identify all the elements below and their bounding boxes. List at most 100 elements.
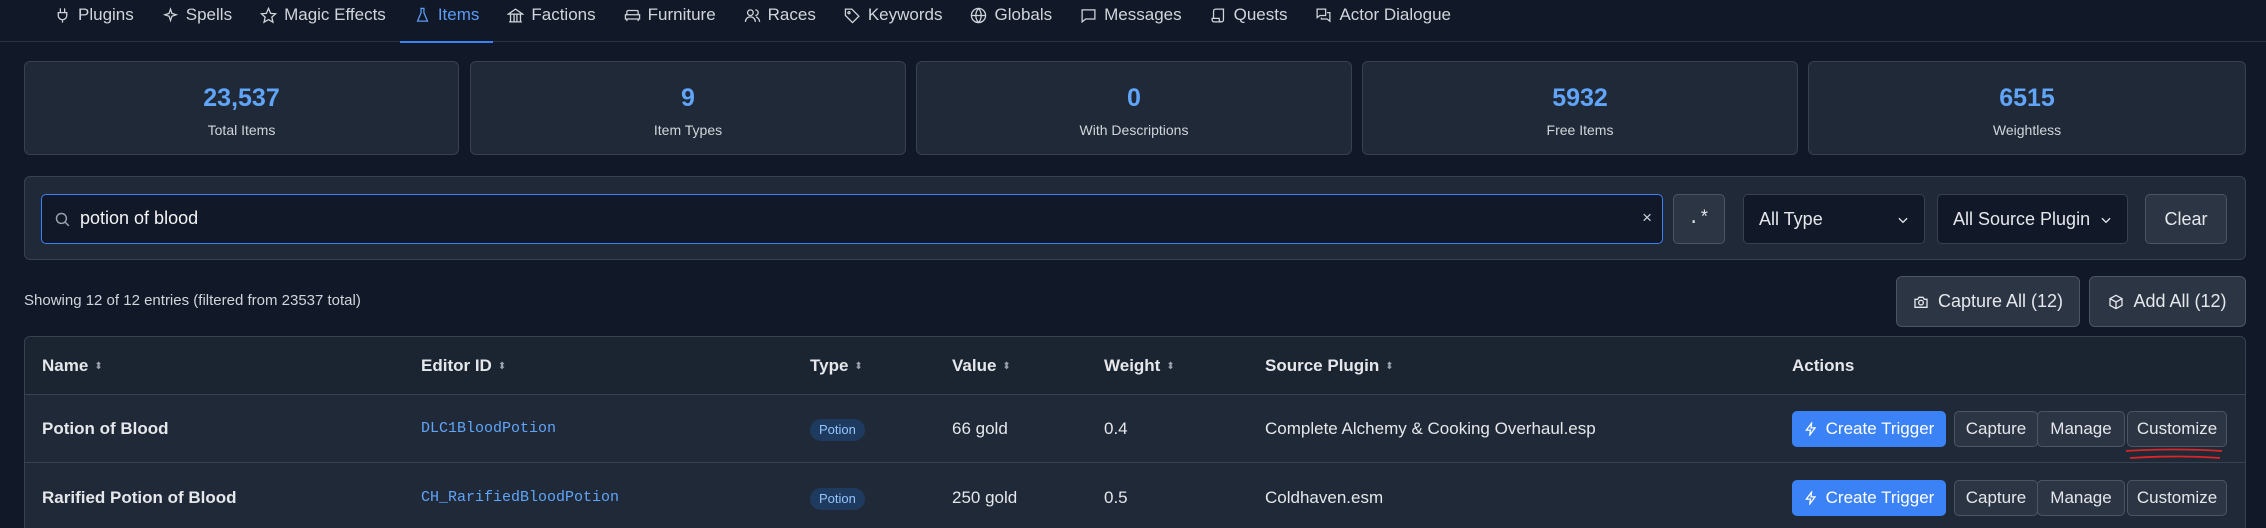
tab-globals[interactable]: Globals xyxy=(956,0,1066,42)
sort-icon: ⬍ xyxy=(1166,360,1175,372)
type-select[interactable]: All Type xyxy=(1743,194,1925,244)
stat-label: Free Items xyxy=(1546,122,1614,138)
annotation-underline xyxy=(2125,448,2223,459)
add-all-button[interactable]: Add All (12) xyxy=(2089,276,2246,327)
stat-value: 0 xyxy=(1127,84,1141,112)
stat-value: 23,537 xyxy=(203,84,280,112)
item-weight: 0.4 xyxy=(1104,419,1128,438)
stat-label: Weightless xyxy=(1992,122,2062,138)
column-header-weight[interactable]: Weight ⬍ xyxy=(1104,356,1175,376)
landmark-icon xyxy=(507,7,525,23)
tab-magic-effects[interactable]: Magic Effects xyxy=(246,0,400,42)
item-value: 250 gold xyxy=(952,488,1018,507)
tag-icon xyxy=(844,7,860,23)
package-icon xyxy=(2109,294,2124,309)
table-header: Name ⬍ Editor ID ⬍ Type ⬍ Value ⬍ Weight ⬍ So… xyxy=(25,337,2245,395)
table-row: Rarified Potion of Blood CH_RarifiedBloo… xyxy=(25,464,2245,528)
column-header-name[interactable]: Name ⬍ xyxy=(42,356,103,376)
users-icon xyxy=(744,8,760,22)
search-box: × xyxy=(41,194,1663,244)
chat-icon xyxy=(1316,7,1331,22)
customize-button[interactable]: Customize xyxy=(2127,480,2227,516)
item-weight: 0.5 xyxy=(1104,488,1128,507)
manage-button[interactable]: Manage xyxy=(2037,411,2125,447)
item-editor-id[interactable]: DLC1BloodPotion xyxy=(421,395,556,463)
results-count: Showing 12 of 12 entries (filtered from … xyxy=(24,292,361,309)
item-type: Potion xyxy=(810,395,865,463)
search-icon xyxy=(55,212,70,227)
sort-icon: ⬍ xyxy=(1002,360,1011,372)
globe-icon xyxy=(971,7,987,23)
sort-icon: ⬍ xyxy=(497,360,507,372)
tab-factions[interactable]: Factions xyxy=(493,0,609,42)
item-editor-id[interactable]: CH_RarifiedBloodPotion xyxy=(421,464,619,528)
lightning-icon xyxy=(1804,422,1817,436)
stat-card-with-descriptions: 0 With Descriptions xyxy=(916,61,1352,155)
stat-card-item-types: 9 Item Types xyxy=(470,61,906,155)
flask-icon xyxy=(416,7,429,22)
items-table: Name ⬍ Editor ID ⬍ Type ⬍ Value ⬍ Weight ⬍ So… xyxy=(24,336,2246,528)
stat-label: Item Types xyxy=(653,122,723,138)
sort-icon: ⬍ xyxy=(1385,360,1394,372)
message-icon xyxy=(1081,8,1096,23)
create-trigger-button[interactable]: Create Trigger xyxy=(1792,411,1946,447)
column-header-value[interactable]: Value ⬍ xyxy=(952,356,1011,376)
regex-toggle-button[interactable]: .* xyxy=(1673,194,1725,244)
stat-value: 9 xyxy=(681,84,695,112)
capture-button[interactable]: Capture xyxy=(1954,480,2038,516)
stat-label: With Descriptions xyxy=(1079,122,1189,138)
sort-icon: ⬍ xyxy=(854,360,863,372)
tab-quests[interactable]: Quests xyxy=(1196,0,1302,42)
sort-icon: ⬍ xyxy=(94,360,103,372)
manage-button[interactable]: Manage xyxy=(2037,480,2125,516)
column-header-source-plugin[interactable]: Source Plugin ⬍ xyxy=(1265,356,1394,376)
camera-icon xyxy=(1914,296,1928,308)
tab-items[interactable]: Items xyxy=(399,0,494,43)
search-clear-icon[interactable]: × xyxy=(1642,208,1652,228)
tab-furniture[interactable]: Furniture xyxy=(610,0,730,42)
scroll-icon xyxy=(1211,7,1224,23)
tab-spells[interactable]: Spells xyxy=(148,0,246,42)
item-source-plugin: Complete Alchemy & Cooking Overhaul.esp xyxy=(1265,419,1596,438)
type-select-value: All Type xyxy=(1759,209,1823,229)
item-source-plugin: Coldhaven.esm xyxy=(1265,488,1384,507)
chevron-down-icon xyxy=(1898,217,1908,224)
chevron-down-icon xyxy=(2101,217,2111,224)
sparkle-icon xyxy=(162,6,178,22)
item-value: 66 gold xyxy=(952,419,1008,438)
column-header-type[interactable]: Type ⬍ xyxy=(810,356,863,376)
stat-label: Total Items xyxy=(207,122,276,138)
type-badge: Potion xyxy=(810,487,865,510)
tab-keywords[interactable]: Keywords xyxy=(830,0,957,42)
filter-panel: × .* All Type All Source Plugin Clear xyxy=(24,176,2246,260)
plug-icon xyxy=(57,7,68,23)
stat-card-total-items: 23,537 Total Items xyxy=(24,61,459,155)
sofa-icon xyxy=(624,9,640,21)
customize-button[interactable]: Customize xyxy=(2127,411,2227,447)
stat-card-free-items: 5932 Free Items xyxy=(1362,61,1798,155)
capture-all-button[interactable]: Capture All (12) xyxy=(1896,276,2080,327)
top-nav: Plugins Spells Magic Effects Items Facti… xyxy=(0,0,2266,43)
table-row: Potion of Blood DLC1BloodPotion Potion 6… xyxy=(25,395,2245,463)
tab-races[interactable]: Races xyxy=(730,0,830,42)
column-header-editor-id[interactable]: Editor ID ⬍ xyxy=(421,356,506,376)
capture-button[interactable]: Capture xyxy=(1954,411,2038,447)
stat-card-weightless: 6515 Weightless xyxy=(1808,61,2246,155)
source-plugin-select[interactable]: All Source Plugin xyxy=(1937,194,2128,244)
stat-value: 6515 xyxy=(1999,84,2055,112)
star-icon xyxy=(260,6,278,24)
tab-messages[interactable]: Messages xyxy=(1066,0,1195,42)
create-trigger-button[interactable]: Create Trigger xyxy=(1792,480,1946,516)
item-name: Potion of Blood xyxy=(42,419,169,438)
search-input[interactable] xyxy=(80,195,1620,242)
clear-filters-button[interactable]: Clear xyxy=(2145,194,2227,244)
item-type: Potion xyxy=(810,464,865,528)
tab-plugins[interactable]: Plugins xyxy=(40,0,148,42)
type-badge: Potion xyxy=(810,418,865,441)
source-select-value: All Source Plugin xyxy=(1953,209,2091,229)
stat-value: 5932 xyxy=(1552,84,1608,112)
tab-actor-dialogue[interactable]: Actor Dialogue xyxy=(1301,0,1465,42)
lightning-icon xyxy=(1804,491,1817,505)
item-name: Rarified Potion of Blood xyxy=(42,488,237,507)
column-header-actions: Actions xyxy=(1792,356,1855,375)
